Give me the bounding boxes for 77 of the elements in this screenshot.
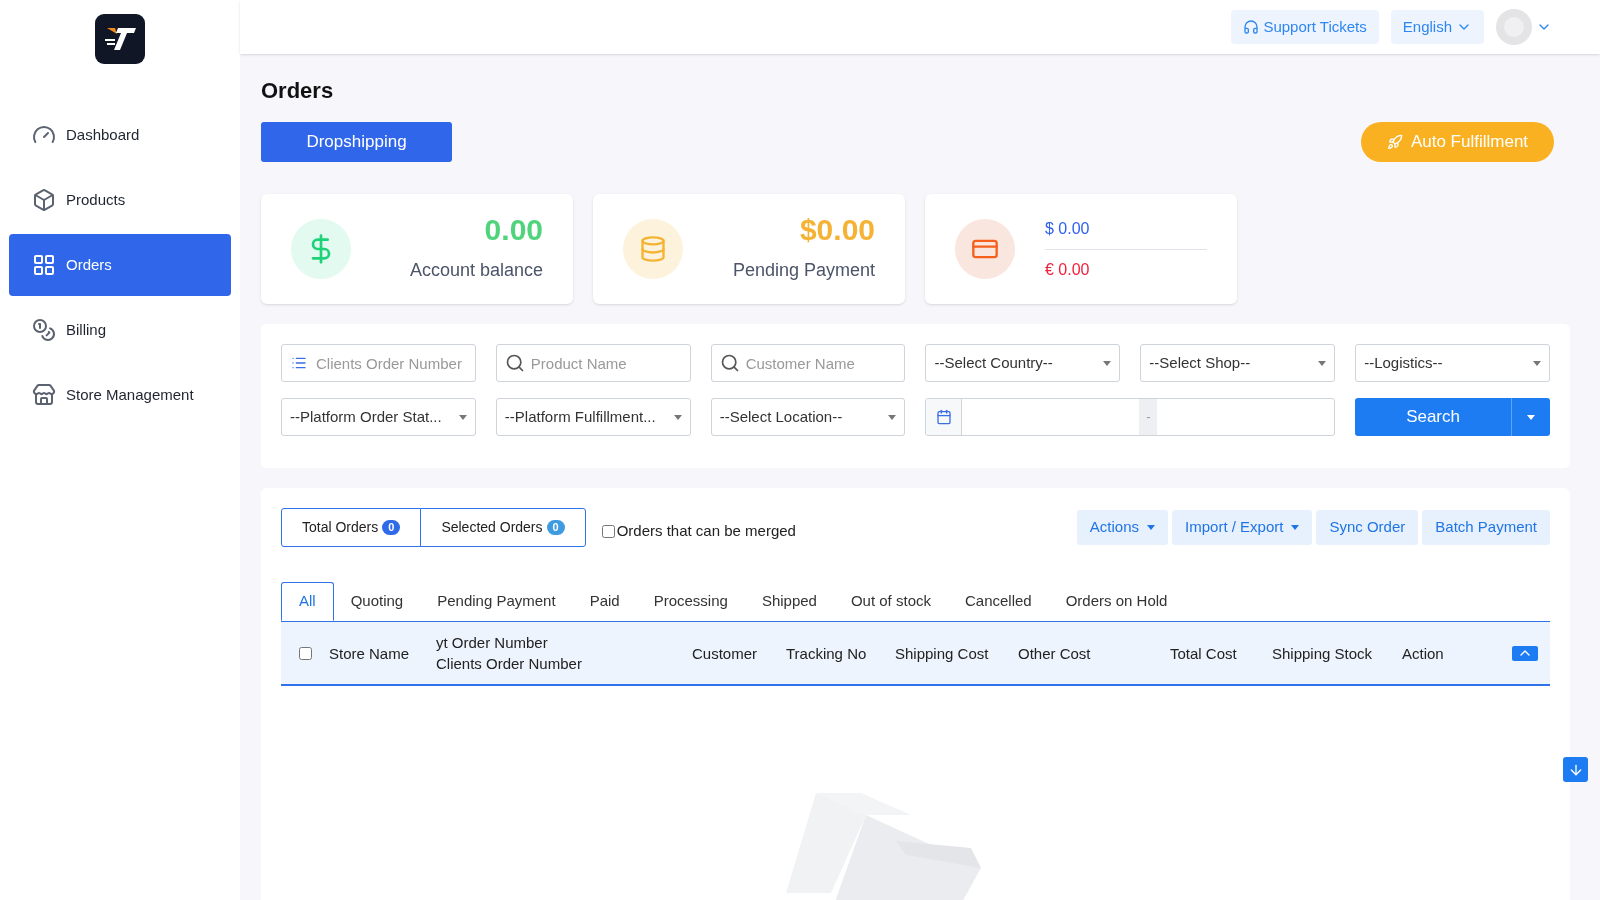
rocket-icon (1386, 134, 1403, 150)
caret-icon[interactable] (1527, 414, 1535, 420)
range-separator: - (1139, 399, 1158, 435)
select-all-checkbox[interactable] (298, 646, 312, 660)
app-logo[interactable] (95, 14, 145, 64)
grid-icon (32, 253, 56, 277)
card-icon (955, 219, 1015, 279)
select-dropdown[interactable]: --Select Country-- (925, 344, 1121, 382)
stat-label: Pending Payment (732, 258, 875, 282)
coins-icon (623, 219, 683, 279)
caret-icon (1103, 360, 1112, 366)
status-tab[interactable]: Out of stock (833, 582, 948, 621)
status-tab[interactable]: Shipped (744, 582, 834, 621)
column-header: Shipping Stock (1272, 643, 1374, 664)
sidebar-item[interactable]: Products (9, 169, 231, 231)
sidebar-item[interactable]: Dashboard (9, 104, 231, 166)
page-title: Orders (261, 80, 335, 102)
select-dropdown[interactable]: --Logistics-- (1355, 344, 1550, 382)
filter-field[interactable]: Product Name (495, 344, 691, 382)
status-tab[interactable]: All (281, 582, 334, 621)
status-tab[interactable]: Paid (572, 582, 637, 621)
search-button[interactable]: Search (1355, 398, 1512, 436)
order-count-tab[interactable]: Total Orders 0 (281, 508, 422, 547)
column-header: yt Order Number Clients Order Number (436, 633, 583, 674)
status-tab[interactable]: Pending Payment (420, 582, 573, 621)
caret-icon (458, 414, 467, 420)
stat-value: 0.00 (484, 214, 543, 245)
column-header: Other Cost (1018, 643, 1092, 664)
status-tab[interactable]: Cancelled (948, 582, 1049, 621)
stat-label: Account balance (409, 258, 543, 282)
sidebar-item[interactable]: Billing (9, 299, 231, 361)
status-tab[interactable]: Quoting (333, 582, 421, 621)
dollar-icon (291, 219, 351, 279)
currency-amount: € 0.00 (1045, 259, 1091, 280)
currency-amount: $ 0.00 (1045, 208, 1207, 250)
column-header: Tracking No (786, 643, 868, 664)
select-dropdown[interactable]: --Select Shop-- (1140, 344, 1336, 382)
order-count-tab[interactable]: Selected Orders 0 (420, 508, 586, 547)
column-header: Total Cost (1170, 643, 1238, 664)
action-button[interactable]: Batch Payment (1422, 510, 1550, 545)
dropshipping-button[interactable]: Dropshipping (261, 122, 452, 162)
merge-label: Orders that can be merged (616, 521, 796, 542)
column-header: Store Name (329, 643, 411, 664)
column-header: Customer (692, 643, 759, 664)
select-dropdown[interactable]: --Platform Order Stat... (281, 398, 476, 436)
coins-icon (32, 318, 56, 342)
calendar-icon (936, 409, 952, 425)
action-button[interactable]: Actions (1076, 510, 1169, 545)
cube-icon (32, 188, 56, 212)
stat-value: $0.00 (799, 214, 875, 245)
action-button[interactable]: Import / Export (1172, 510, 1313, 545)
status-tab[interactable]: Orders on Hold (1048, 582, 1185, 621)
headset-icon (1243, 19, 1260, 35)
store-icon (32, 383, 56, 407)
caret-icon (1318, 360, 1327, 366)
search-icon (504, 353, 525, 373)
filter-field[interactable]: Clients Order Number (281, 344, 476, 382)
column-header: Action (1402, 643, 1445, 664)
merge-checkbox[interactable] (601, 525, 615, 538)
search-split-button[interactable]: Search (1355, 398, 1550, 436)
column-header: Shipping Cost (895, 643, 990, 664)
caret-icon (1533, 360, 1541, 366)
sidebar-item[interactable]: Store Management (9, 364, 231, 426)
caret-icon (888, 414, 897, 420)
collapse-button[interactable] (1512, 645, 1538, 661)
status-tab[interactable]: Processing (636, 582, 745, 621)
search-icon (719, 353, 740, 373)
caret-icon (673, 414, 682, 420)
action-button[interactable]: Sync Order (1316, 510, 1419, 545)
filter-field[interactable]: Customer Name (710, 344, 906, 382)
list-icon (291, 355, 307, 371)
count-badge: 0 (382, 520, 401, 535)
select-dropdown[interactable]: --Platform Fulfillment... (495, 398, 691, 436)
count-badge: 0 (546, 520, 565, 535)
sidebar-item[interactable]: Orders (9, 234, 231, 296)
select-dropdown[interactable]: --Select Location-- (710, 398, 906, 436)
scroll-down-button[interactable] (1563, 757, 1588, 782)
